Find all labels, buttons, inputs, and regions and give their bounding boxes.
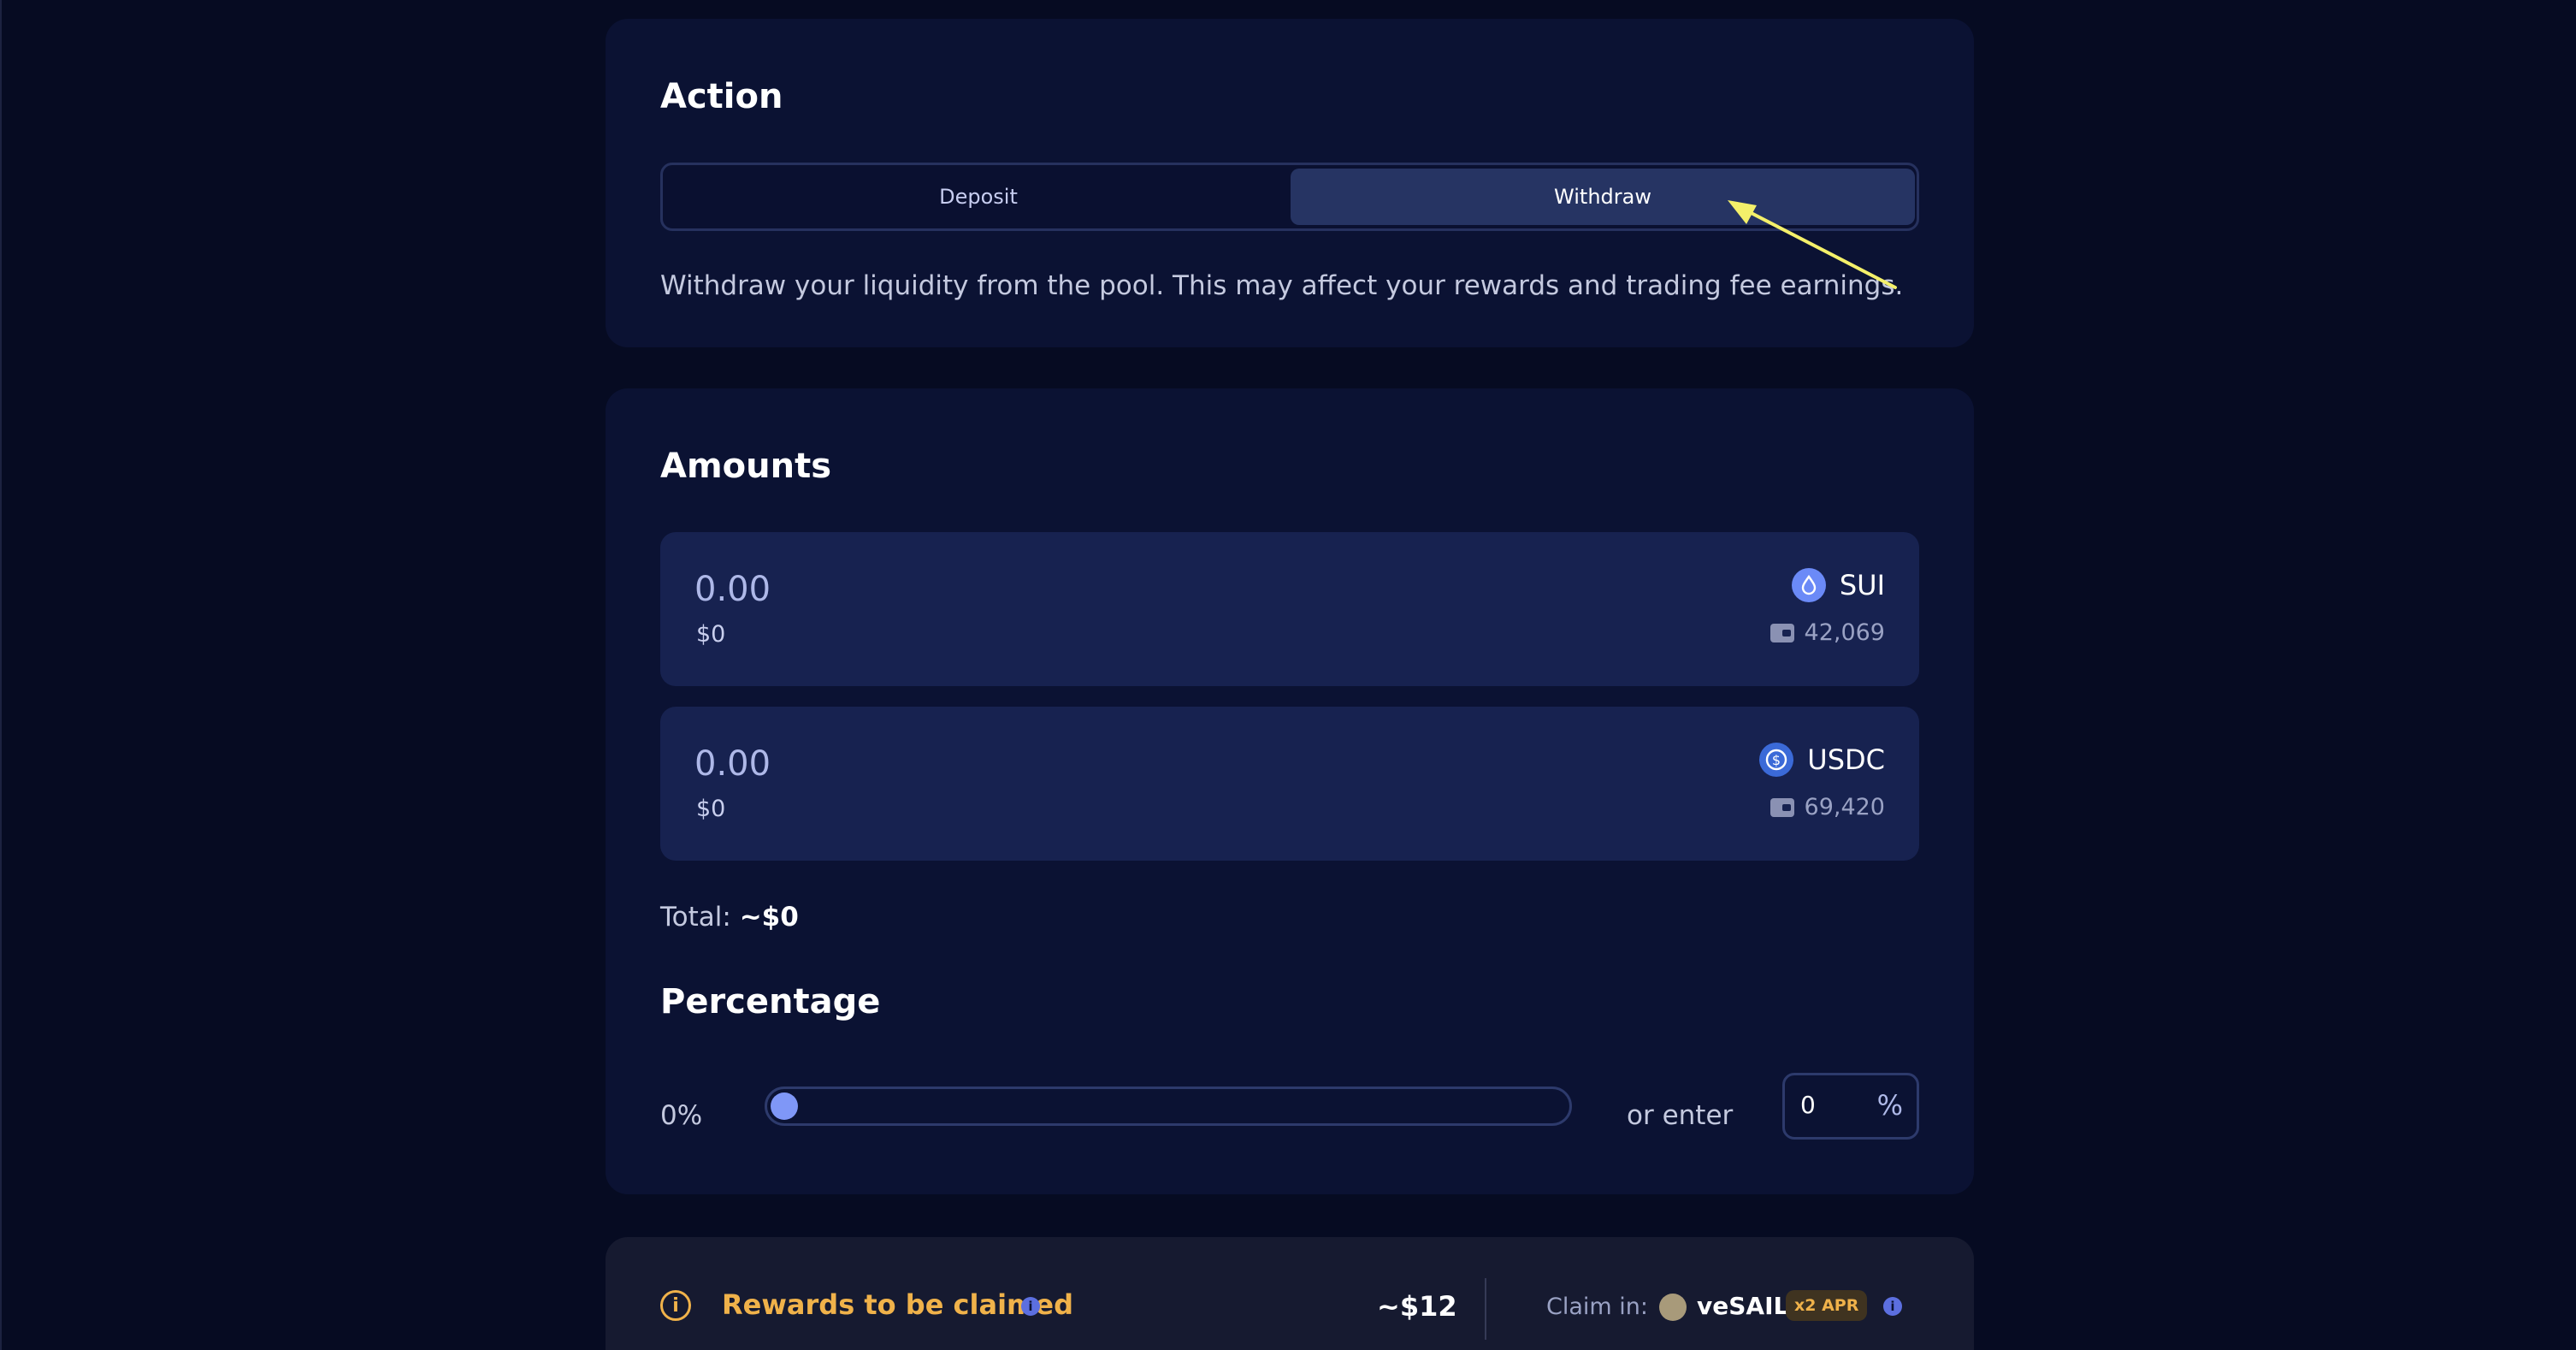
percent-icon: % [1876,1089,1903,1122]
action-toggle: Deposit Withdraw [660,163,1919,231]
wallet-icon [1770,623,1794,642]
window-edge [0,0,2,1350]
svg-text:$: $ [1772,752,1781,768]
usdc-dollar-icon: $ [1759,743,1794,777]
sui-token-name: SUI [1839,569,1885,601]
total-label: Total: [660,902,731,933]
page: Action Deposit Withdraw Withdraw your li… [0,0,2576,1350]
rewards-card: i Rewards to be claimed i ~$12 Claim in:… [606,1237,1974,1350]
apr-info-icon[interactable]: i [1883,1297,1902,1316]
rewards-amount: ~$12 [1377,1290,1457,1323]
usdc-amount-input[interactable] [694,744,1037,784]
total-value: ~$0 [739,902,799,933]
apr-badge: x2 APR [1786,1290,1868,1321]
slider-thumb[interactable] [771,1092,798,1120]
percentage-slider[interactable] [765,1087,1572,1126]
amounts-card: Amounts $0 SUI 42,069 $0 [606,388,1974,1194]
tab-withdraw[interactable]: Withdraw [1291,169,1915,225]
action-description: Withdraw your liquidity from the pool. T… [660,270,1904,301]
rewards-divider [1485,1278,1486,1340]
percentage-input-box: % [1782,1073,1919,1140]
vesail-token-icon [1659,1294,1687,1321]
sui-usd-value: $0 [696,621,726,648]
usdc-token: $ USDC [1759,743,1885,777]
usdc-balance-value: 69,420 [1804,794,1885,820]
usdc-token-name: USDC [1807,743,1885,776]
usdc-balance: 69,420 [1770,794,1885,820]
sui-amount-input[interactable] [694,570,1037,609]
sui-balance-value: 42,069 [1804,619,1885,646]
action-title: Action [660,77,783,116]
percentage-value-label: 0% [660,1100,703,1131]
or-enter-label: or enter [1627,1100,1734,1131]
action-card: Action Deposit Withdraw Withdraw your li… [606,19,1974,347]
total-amount: Total: ~$0 [660,902,799,933]
percentage-input[interactable] [1800,1091,1869,1119]
rewards-info-icon[interactable]: i [1021,1297,1040,1316]
sui-balance: 42,069 [1770,619,1885,646]
percentage-title: Percentage [660,982,881,1021]
amount-box-usdc: $0 $ USDC 69,420 [660,707,1919,861]
wallet-icon [1770,797,1794,817]
vesail-token-name: veSAIL [1697,1292,1789,1320]
amounts-title: Amounts [660,447,831,486]
tab-deposit[interactable]: Deposit [666,169,1291,225]
usdc-usd-value: $0 [696,796,726,822]
claim-in-label: Claim in: [1546,1294,1648,1320]
info-circle-icon: i [660,1290,691,1321]
sui-drop-icon [1791,568,1826,602]
amount-box-sui: $0 SUI 42,069 [660,532,1919,686]
sui-token: SUI [1791,568,1885,602]
